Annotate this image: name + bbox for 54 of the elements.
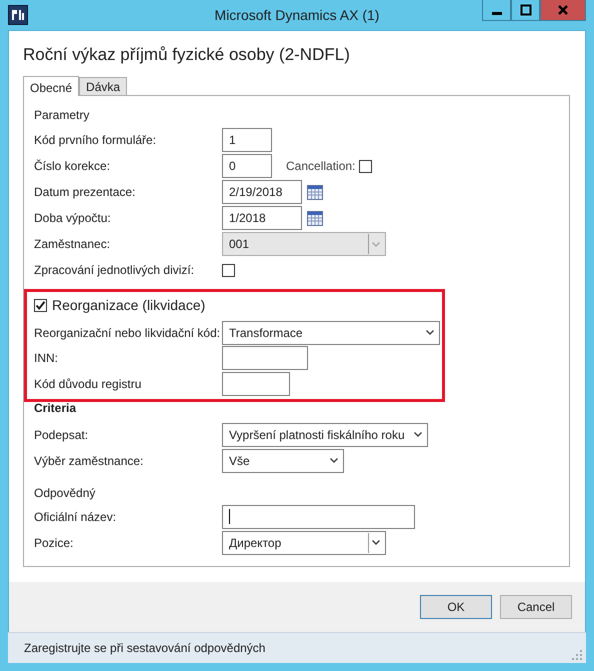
field-label: Oficiální název: xyxy=(34,510,118,524)
calendar-icon[interactable] xyxy=(307,184,323,200)
field-label: Číslo korekce: xyxy=(34,159,112,173)
field-label: Kód důvodu registru xyxy=(34,376,142,391)
tab[interactable]: Obecné xyxy=(23,76,80,96)
field-label: Zpracování jednotlivých divizí: xyxy=(34,263,196,277)
checkbox[interactable] xyxy=(34,298,47,312)
caret-icon xyxy=(372,540,380,545)
field-label: Podepsat: xyxy=(34,428,90,442)
input-field[interactable] xyxy=(222,504,415,528)
status-text: Zaregistrujte se při sestavování odpovědných xyxy=(24,641,266,655)
group-heading: Odpovědný xyxy=(34,484,96,502)
field-label: INN: xyxy=(34,351,59,366)
field-label: Zaměstnanec: xyxy=(34,237,112,251)
input-field[interactable]: 0 xyxy=(222,154,272,178)
field-label: Pozice: xyxy=(34,536,74,550)
dropdown[interactable]: Директор xyxy=(222,530,386,554)
caret-icon xyxy=(426,330,434,336)
checkbox[interactable] xyxy=(222,264,235,276)
input-field[interactable] xyxy=(222,346,308,370)
field-label: Doba výpočtu: xyxy=(34,211,112,225)
field-label: Datum prezentace: xyxy=(34,185,136,199)
calendar-icon[interactable] xyxy=(307,210,323,226)
caret-icon xyxy=(330,458,338,463)
maximize-icon xyxy=(520,4,532,16)
close-button[interactable] xyxy=(540,0,586,21)
dropdown[interactable]: Vše xyxy=(222,448,344,472)
field-label: Cancellation: xyxy=(286,159,356,173)
group-heading: Criteria xyxy=(34,402,78,416)
caret-icon xyxy=(372,242,380,246)
input-field[interactable]: 1 xyxy=(222,128,272,152)
window-title: Microsoft Dynamics AX (1) xyxy=(214,7,380,23)
group-heading: Parametry xyxy=(34,107,90,124)
field-label: Reorganizační nebo likvidační kód: xyxy=(34,326,222,340)
checkbox[interactable] xyxy=(359,160,372,172)
field-label: Kód prvního formuláře: xyxy=(34,133,158,147)
field-label: Výběr zaměstnance: xyxy=(34,454,144,468)
minimize-button[interactable] xyxy=(482,0,511,21)
resize-grip-icon[interactable] xyxy=(572,650,582,660)
tab[interactable]: Dávka xyxy=(79,77,128,95)
dropdown[interactable]: Transformace xyxy=(222,320,440,345)
form-title: Roční výkaz příjmů fyzické osoby (2-NDFL) xyxy=(23,45,351,65)
close-icon xyxy=(557,4,569,16)
maximize-button[interactable] xyxy=(511,0,540,21)
input-field[interactable]: 1/2018 xyxy=(222,206,302,230)
app-icon xyxy=(8,5,28,25)
checkbox-label: Reorganizace (likvidace) xyxy=(52,297,206,313)
minimize-icon xyxy=(492,12,502,15)
dialog-button[interactable]: OK xyxy=(420,595,492,619)
dialog-button[interactable]: Cancel xyxy=(500,595,572,619)
input-field[interactable] xyxy=(222,372,290,396)
dropdown[interactable]: Vypršení platnosti fiskálního roku xyxy=(222,422,428,446)
caret-icon xyxy=(414,432,422,437)
input-field[interactable]: 2/19/2018 xyxy=(222,180,302,204)
